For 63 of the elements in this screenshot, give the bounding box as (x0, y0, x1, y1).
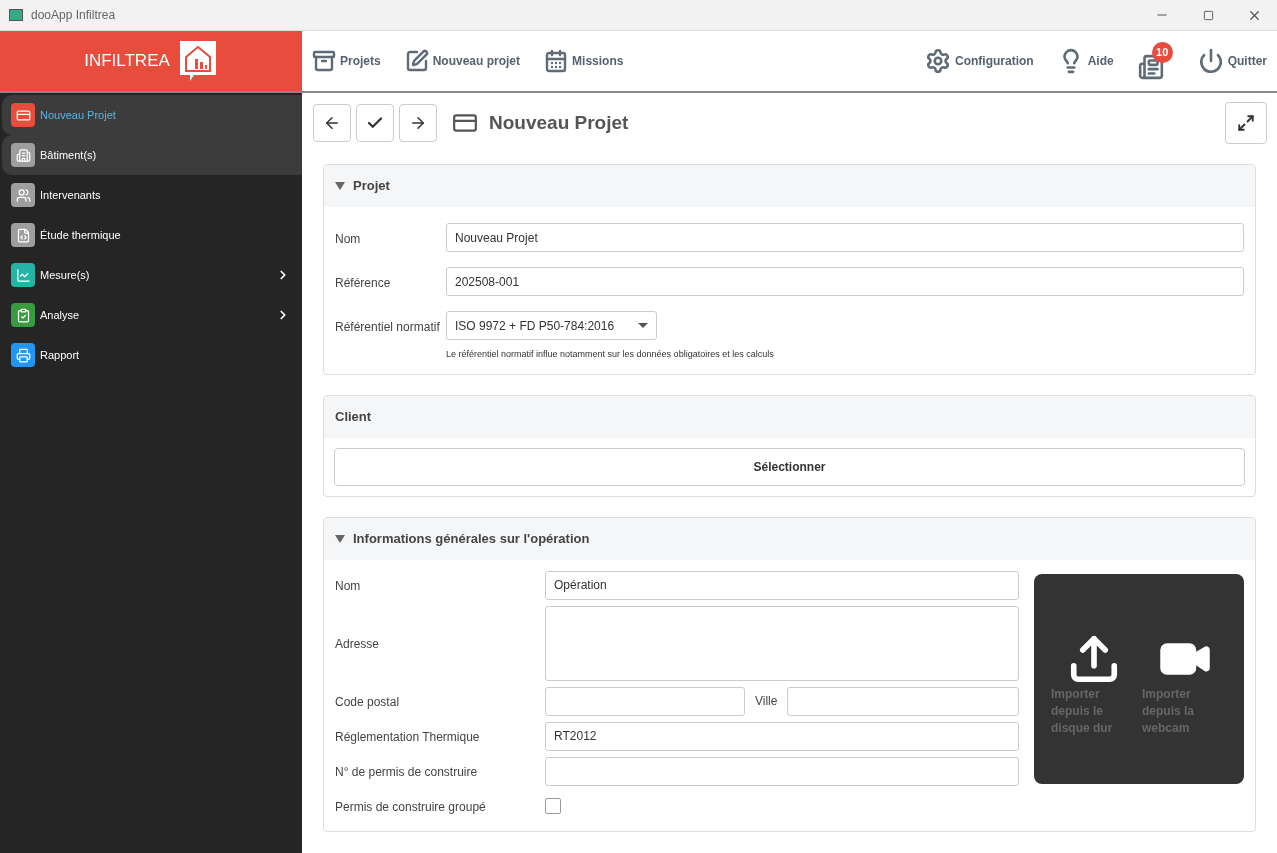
section-header[interactable]: Projet (324, 165, 1255, 207)
maximize-icon (1202, 9, 1214, 21)
toolbar-button[interactable]: Aide (1057, 48, 1114, 74)
field-label: N° de permis de construire (335, 765, 478, 779)
brand-name: INFILTREA (84, 50, 170, 73)
text-field[interactable]: Nouveau Projet (446, 223, 1244, 252)
text-field[interactable]: 202508-001 (446, 267, 1244, 296)
hint-text: Le référentiel normatif influe notamment sur les données obligatoires et les calculs (446, 348, 775, 361)
toolbar-button[interactable]: Quitter (1197, 48, 1267, 74)
section-title: Projet (353, 177, 390, 196)
dropdown-caret-icon (638, 323, 648, 328)
sidebar-item[interactable]: Mesure(s) (2, 255, 302, 295)
field-label: Nom (335, 579, 361, 593)
toolbar-button[interactable]: Projets (312, 49, 381, 73)
section-header[interactable]: Informations générales sur l'opération (324, 517, 1255, 560)
text-field[interactable] (545, 756, 1019, 786)
edit-icon (404, 49, 429, 73)
field-label: Réglementation Thermique (335, 730, 480, 744)
collapse-triangle-icon (335, 534, 345, 543)
power-icon (1197, 48, 1224, 74)
expand-icon (1237, 114, 1255, 132)
dropdown[interactable]: ISO 9972 + FD P50-784:2016 (446, 311, 657, 340)
sidebar-item[interactable]: Intervenants (2, 175, 302, 215)
field-label: Code postal (335, 695, 400, 709)
select-button[interactable]: Sélectionner (334, 447, 1245, 486)
checkbox[interactable] (545, 798, 561, 814)
toolbar-button[interactable]: 10 (1137, 42, 1174, 80)
toolbar-button[interactable]: Configuration (925, 48, 1034, 74)
toolbar-button[interactable]: Missions (544, 49, 624, 73)
back-button[interactable] (313, 104, 351, 142)
window-title: dooApp Infiltrea (31, 7, 117, 24)
newspaper-icon (1137, 54, 1164, 80)
section-title: Informations générales sur l'opération (353, 529, 590, 548)
section-title: Client (335, 407, 372, 426)
collapse-triangle-icon (335, 182, 345, 190)
page-title: Nouveau Projet (489, 110, 630, 135)
sidebar-item[interactable]: Étude thermique (2, 215, 302, 255)
arrow-right-icon (409, 114, 427, 132)
calendar-icon (544, 49, 569, 73)
sidebar-item[interactable]: Bâtiment(s) (2, 135, 302, 175)
app-icon (9, 9, 23, 21)
fullscreen-button[interactable] (1225, 102, 1267, 144)
notification-badge: 10 (1151, 42, 1173, 63)
city-field[interactable] (787, 686, 1019, 716)
field-label: Référence (335, 275, 391, 290)
sidebar-item[interactable]: Rapport (2, 335, 302, 375)
settings-icon (925, 48, 951, 74)
sidebar-item[interactable]: Nouveau Projet (2, 95, 302, 135)
field-label: Permis de construire groupé (335, 800, 486, 814)
sidebar-item[interactable]: Analyse (2, 295, 302, 335)
text-field[interactable]: RT2012 (545, 721, 1019, 751)
postal-code-field[interactable] (545, 686, 745, 716)
text-field[interactable]: Opération (545, 570, 1019, 600)
field-label: Adresse (335, 637, 380, 651)
field-label: Référentiel normatif (335, 319, 440, 334)
validate-button[interactable] (356, 104, 394, 142)
address-field[interactable] (545, 605, 1019, 681)
house-chart-logo-icon (177, 39, 218, 83)
toolbar-button[interactable]: Nouveau projet (404, 49, 521, 73)
field-label: Ville (755, 693, 778, 710)
cabinet-icon (312, 49, 336, 73)
forward-button[interactable] (399, 104, 437, 142)
field-label: Nom (335, 231, 361, 246)
